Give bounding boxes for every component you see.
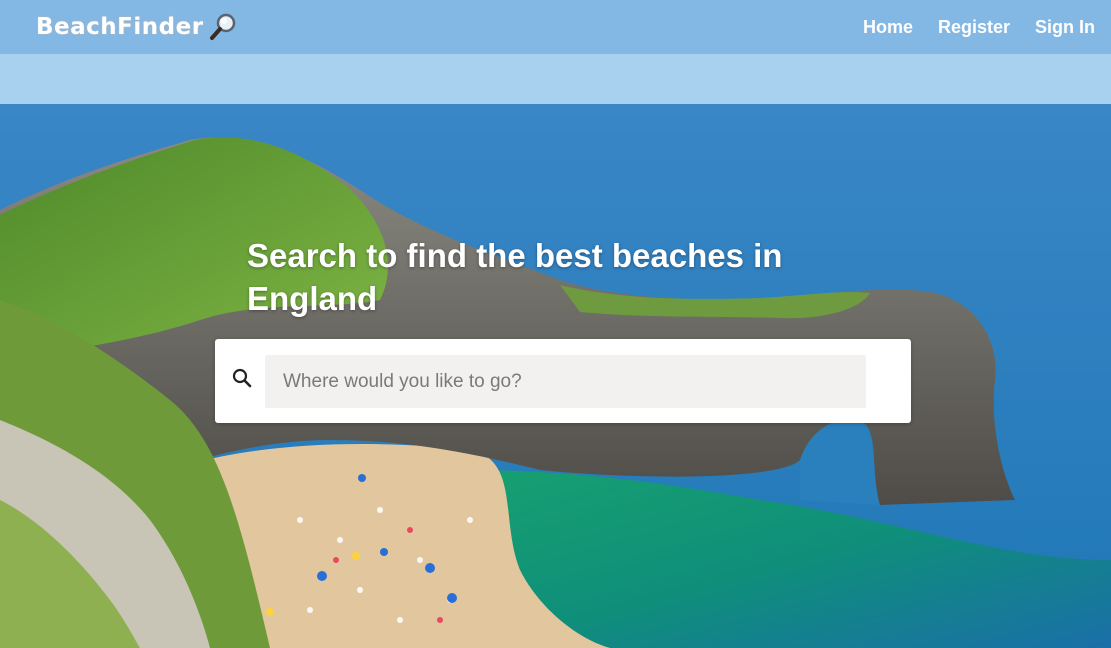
hero-background-image bbox=[0, 0, 1111, 648]
brand-logo[interactable]: BeachFinder bbox=[36, 12, 238, 42]
magnifier-icon bbox=[209, 13, 235, 40]
page: BeachFinder Home Register Sign In Search… bbox=[0, 0, 1111, 648]
search-card bbox=[215, 339, 911, 423]
search-icon[interactable] bbox=[231, 367, 253, 389]
hero-title: Search to find the best beaches in Engla… bbox=[247, 237, 783, 317]
brand-name: BeachFinder bbox=[36, 14, 204, 40]
nav-home-link[interactable]: Home bbox=[863, 17, 913, 38]
search-input[interactable] bbox=[265, 355, 866, 408]
nav-sign-in-link[interactable]: Sign In bbox=[1035, 17, 1095, 38]
nav-links: Home Register Sign In bbox=[863, 17, 1095, 38]
nav-register-link[interactable]: Register bbox=[938, 17, 1010, 38]
navbar: BeachFinder Home Register Sign In bbox=[0, 0, 1111, 54]
